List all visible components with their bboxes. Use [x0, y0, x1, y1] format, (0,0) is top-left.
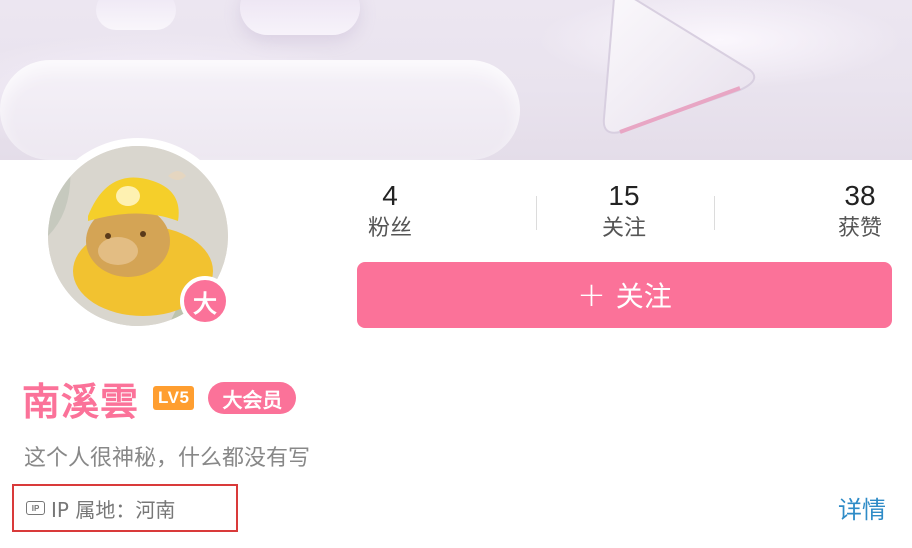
following-label: 关注: [601, 216, 646, 241]
stat-fans[interactable]: 4 粉丝: [350, 178, 430, 244]
profile-banner: [0, 0, 912, 160]
stat-likes[interactable]: 38 获赞: [820, 178, 900, 244]
following-count: 15: [608, 180, 640, 211]
vip-avatar-badge: 大: [180, 276, 230, 326]
vip-tag[interactable]: 大会员: [208, 382, 297, 414]
profile-stats: 4 粉丝 15 关注 38 获赞: [330, 178, 912, 248]
profile-page: 大 4 粉丝 15 关注 38 获赞 + 关注 南溪雲 LV5 大会员 这个人很…: [0, 0, 912, 548]
username: 南溪雲: [22, 379, 140, 424]
fans-label: 粉丝: [367, 216, 412, 241]
plus-icon: +: [577, 275, 606, 315]
details-link[interactable]: 详情: [838, 490, 886, 525]
likes-count: 38: [844, 180, 876, 211]
fans-count: 4: [382, 180, 398, 211]
bio: 这个人很神秘，什么都没有写: [24, 446, 311, 471]
ip-location: IP IP 属地：河南: [12, 484, 238, 532]
stat-divider: [714, 196, 715, 230]
follow-button[interactable]: + 关注: [357, 262, 892, 328]
ip-location-text: IP 属地：河南: [51, 497, 176, 522]
banner-decoration: [240, 0, 360, 35]
likes-label: 获赞: [837, 216, 882, 241]
level-badge[interactable]: LV5: [153, 386, 195, 410]
banner-triangle-decoration: [602, 0, 756, 134]
stat-divider: [536, 196, 537, 230]
name-row: 南溪雲 LV5 大会员: [22, 372, 297, 424]
stat-following[interactable]: 15 关注: [584, 178, 664, 244]
ip-icon: IP: [26, 501, 45, 515]
follow-button-label: 关注: [615, 280, 672, 313]
banner-decoration: [0, 60, 520, 160]
banner-decoration: [96, 0, 176, 30]
